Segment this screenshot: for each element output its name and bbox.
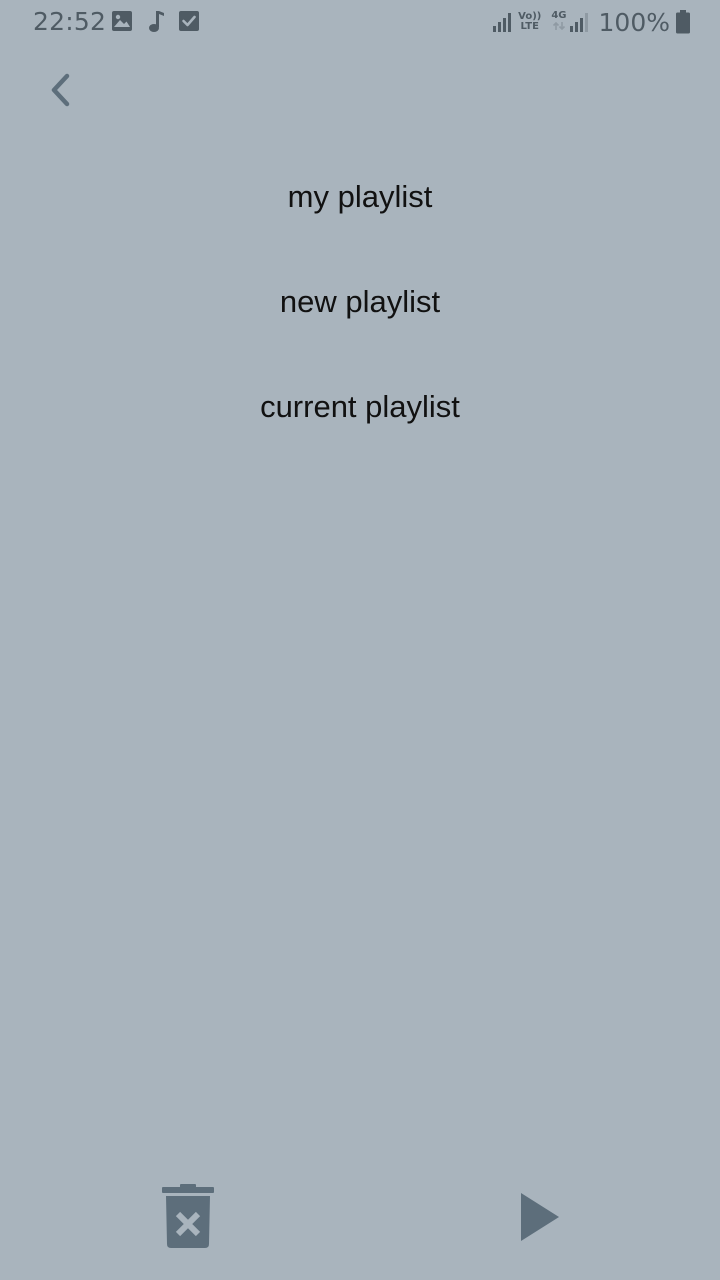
battery-icon xyxy=(676,10,690,34)
network-type-label: 4G xyxy=(551,9,567,21)
playlist-label: my playlist xyxy=(287,179,433,214)
status-bar: 22:52 Vo)) LTE 4G 100% xyxy=(0,0,720,44)
data-arrows-icon xyxy=(552,21,565,30)
back-button[interactable] xyxy=(36,66,84,114)
playlist-item-new-playlist[interactable]: new playlist xyxy=(0,271,720,376)
chevron-left-icon xyxy=(51,73,70,107)
play-icon xyxy=(521,1193,559,1241)
playlist-item-current-playlist[interactable]: current playlist xyxy=(0,376,720,481)
volte-badge: Vo)) LTE xyxy=(518,12,541,32)
play-button[interactable] xyxy=(508,1182,572,1252)
lte-label: LTE xyxy=(520,21,539,32)
status-time: 22:52 xyxy=(33,7,107,36)
playlist-list: my playlist new playlist current playlis… xyxy=(0,166,720,481)
playlist-label: new playlist xyxy=(279,284,441,319)
playlist-label: current playlist xyxy=(260,389,460,424)
battery-percent: 100% xyxy=(598,7,670,37)
signal-strength-2-icon xyxy=(569,13,588,32)
status-right-group: Vo)) LTE 4G 100% xyxy=(492,6,690,38)
signal-strength-icon xyxy=(493,13,512,32)
trash-x-icon xyxy=(162,1184,214,1248)
network-badge: 4G xyxy=(551,9,567,34)
music-note-icon xyxy=(149,11,164,32)
image-icon xyxy=(112,11,132,31)
checkbox-icon xyxy=(179,11,199,31)
playlist-item-my-playlist[interactable]: my playlist xyxy=(0,166,720,271)
delete-button[interactable] xyxy=(156,1180,220,1254)
